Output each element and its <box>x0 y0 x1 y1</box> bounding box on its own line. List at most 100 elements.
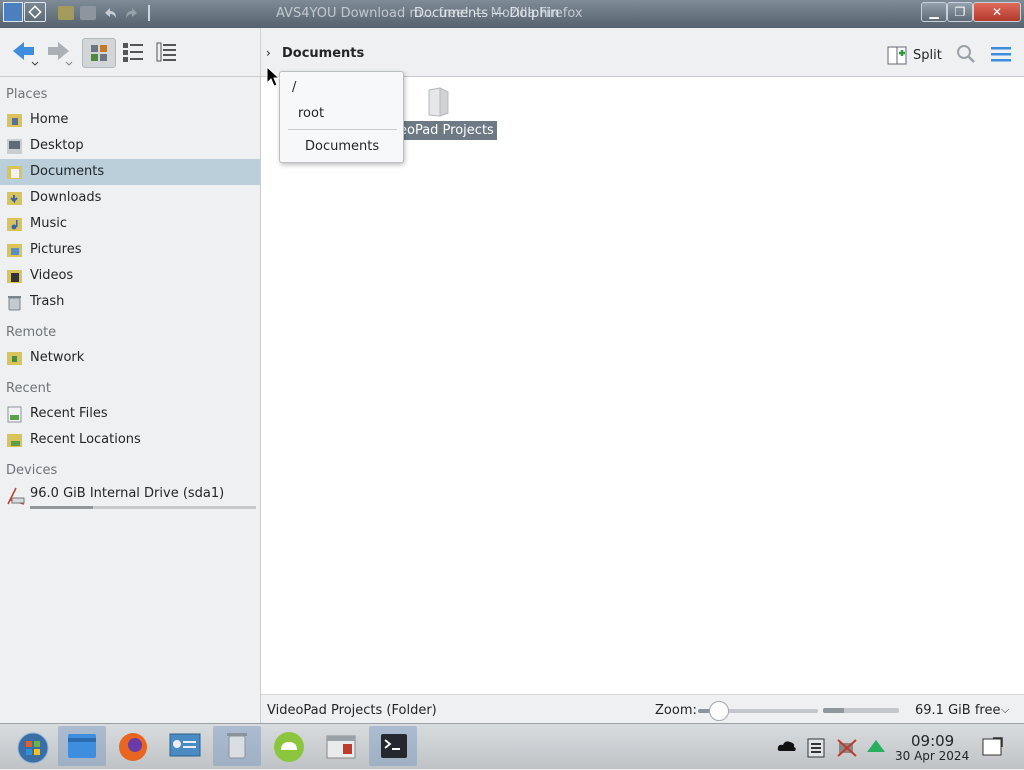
start-menu-icon <box>17 732 49 764</box>
recent-header: Recent <box>6 381 51 396</box>
downloads-folder-icon <box>6 190 23 207</box>
status-bar: VideoPad Projects (Folder) Zoom: 69.1 Gi… <box>261 694 1024 724</box>
details-view-icon <box>156 42 176 62</box>
sidebar-item-label: Recent Files <box>30 406 108 421</box>
sidebar-item-label: Desktop <box>30 138 84 153</box>
free-space-bar <box>823 708 899 713</box>
toolbar-separator <box>260 28 261 76</box>
taskbar-trash[interactable] <box>213 726 261 766</box>
hard-drive-icon <box>6 486 25 505</box>
taskbar-file-manager[interactable] <box>58 726 106 766</box>
sidebar-item-videos[interactable]: Videos <box>0 263 260 289</box>
sidebar-item-label: Downloads <box>30 190 102 205</box>
free-space-chevron-icon[interactable]: ⌵ <box>1001 703 1009 717</box>
window-titlebar[interactable]: AVS4YOU Download m... free! — Mozilla Fi… <box>0 0 1024 28</box>
icons-view-icon <box>91 45 107 61</box>
menu-item-documents[interactable]: Documents <box>305 139 379 154</box>
hamburger-menu-button[interactable] <box>990 44 1012 64</box>
sidebar-item-network[interactable]: Network <box>0 345 260 371</box>
close-button[interactable]: ✕ <box>973 2 1021 22</box>
zoom-label: Zoom: <box>655 703 697 718</box>
sidebar-item-downloads[interactable]: Downloads <box>0 185 260 211</box>
sidebar-item-desktop[interactable]: Desktop <box>0 133 260 159</box>
forward-button[interactable] <box>44 38 74 66</box>
trash-icon <box>6 294 23 311</box>
sidebar-item-label: Recent Locations <box>30 432 141 447</box>
sidebar-item-label: Documents <box>30 164 105 179</box>
taskbar-firefox[interactable] <box>109 726 157 766</box>
taskbar-cloud-sync[interactable] <box>265 726 313 766</box>
redo-icon[interactable] <box>124 6 140 20</box>
recent-locations-icon <box>6 432 23 449</box>
music-folder-icon <box>6 216 23 233</box>
zoom-slider-handle[interactable] <box>709 701 729 721</box>
compact-view-icon <box>123 43 143 62</box>
cloud-tray-icon[interactable] <box>777 738 797 754</box>
cloud-sync-icon <box>274 732 304 762</box>
control-center-icon <box>169 733 201 757</box>
start-menu-button[interactable] <box>9 726 57 766</box>
file-manager-icon <box>68 734 96 758</box>
menu-item-root[interactable]: root <box>298 106 324 121</box>
file-view[interactable] <box>261 77 1024 694</box>
details-view-button[interactable] <box>152 38 182 66</box>
maximize-button[interactable]: ❐ <box>947 2 973 22</box>
search-button[interactable] <box>955 43 977 65</box>
sidebar-item-label: Videos <box>30 268 74 283</box>
show-desktop-icon[interactable] <box>981 735 1005 757</box>
status-text: VideoPad Projects (Folder) <box>267 703 437 718</box>
menu-icon <box>991 47 1011 62</box>
back-button[interactable] <box>10 38 40 66</box>
sidebar-item-home[interactable]: Home <box>0 107 260 133</box>
icons-view-button[interactable] <box>82 38 116 68</box>
sidebar-item-label: Home <box>30 112 69 127</box>
sidebar-item-pictures[interactable]: Pictures <box>0 237 260 263</box>
sidebar-item-recent-files[interactable]: Recent Files <box>0 401 260 427</box>
sidebar-item-internal-drive[interactable]: 96.0 GiB Internal Drive (sda1) <box>0 481 260 511</box>
app-menu-icon[interactable] <box>24 2 46 22</box>
updates-tray-icon[interactable] <box>866 738 886 754</box>
taskbar-software-store[interactable] <box>317 726 365 766</box>
compact-view-button[interactable] <box>118 38 148 66</box>
sidebar-item-label: Music <box>30 216 67 231</box>
taskbar-terminal[interactable] <box>369 726 417 766</box>
sidebar-item-label: Network <box>30 350 85 365</box>
sidebar-item-documents[interactable]: Documents <box>0 159 260 185</box>
clock-time[interactable]: 09:09 <box>911 732 954 750</box>
undo-icon[interactable] <box>102 6 118 20</box>
split-button[interactable]: Split <box>886 43 942 67</box>
search-icon <box>957 45 975 63</box>
folder-icon[interactable] <box>426 86 452 118</box>
taskbar: 09:09 30 Apr 2024 <box>0 723 1024 769</box>
sidebar-item-trash[interactable]: Trash <box>0 289 260 315</box>
desktop-icon <box>6 138 23 155</box>
breadcrumb-arrow-button[interactable]: › <box>266 46 271 60</box>
taskbar-control-center[interactable] <box>161 726 209 766</box>
sidebar-item-music[interactable]: Music <box>0 211 260 237</box>
firefox-icon <box>119 733 147 761</box>
free-space-text: 69.1 GiB free <box>915 703 1001 718</box>
minimize-button[interactable]: ▁ <box>921 2 947 22</box>
split-label: Split <box>913 47 942 63</box>
home-folder-icon <box>6 112 23 129</box>
breadcrumb-documents[interactable]: Documents <box>282 46 364 61</box>
folder-item-label[interactable]: eoPad Projects <box>396 121 497 140</box>
window-title: Documents — Dolphin <box>414 6 560 21</box>
network-folder-icon <box>6 350 23 367</box>
open-folder-icon[interactable] <box>58 6 74 20</box>
network-disconnected-icon[interactable] <box>836 738 858 758</box>
videos-folder-icon <box>6 268 23 285</box>
clipboard-tray-icon[interactable] <box>805 738 827 758</box>
sidebar-item-label: Pictures <box>30 242 82 257</box>
menu-item-root-path[interactable]: / <box>292 80 296 95</box>
clock-date[interactable]: 30 Apr 2024 <box>895 749 969 763</box>
sidebar-item-recent-locations[interactable]: Recent Locations <box>0 427 260 453</box>
titlebar-separator <box>148 5 150 21</box>
window-menu-icon[interactable] <box>3 2 23 22</box>
devices-header: Devices <box>6 463 58 478</box>
forward-icon <box>48 42 73 66</box>
software-store-icon <box>326 735 356 759</box>
sidebar-item-label: Trash <box>30 294 65 309</box>
terminal-icon <box>381 734 407 758</box>
save-icon[interactable] <box>80 6 96 20</box>
